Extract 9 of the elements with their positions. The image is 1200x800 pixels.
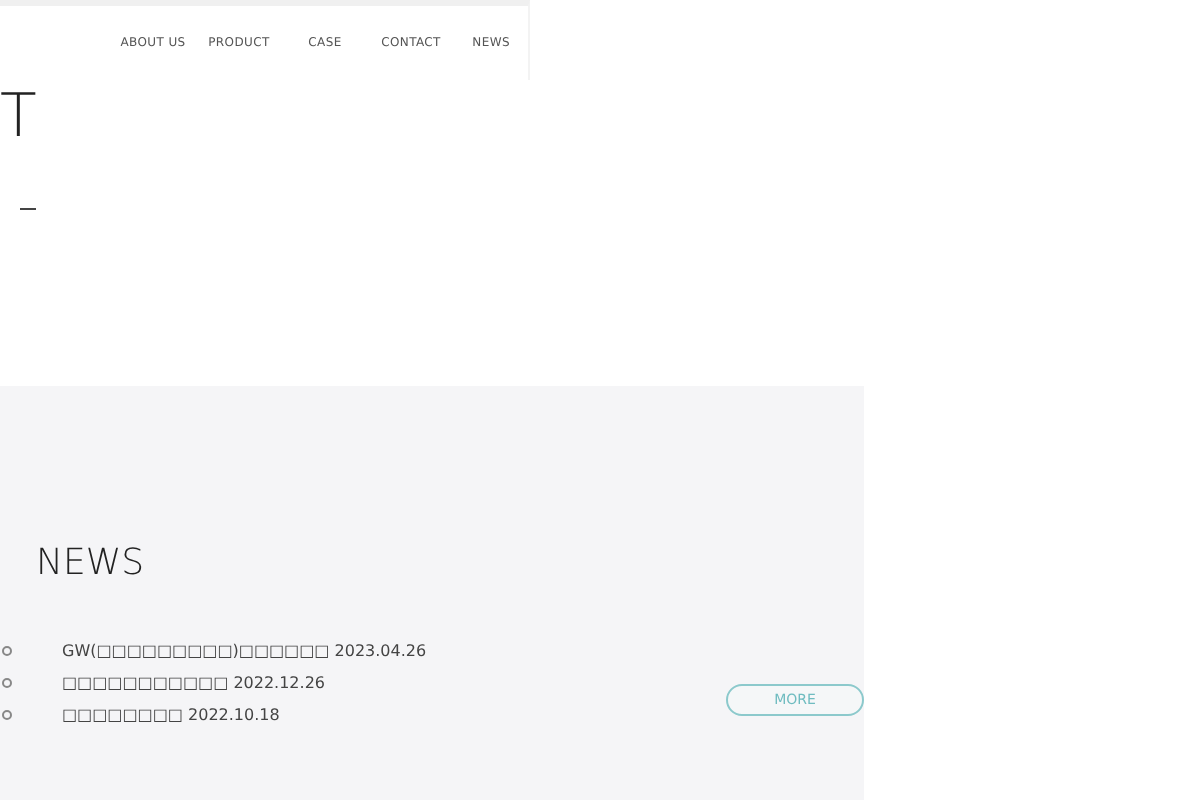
article-link[interactable]: □□□□□□□□□□□ 2022.12.26 [62,673,325,691]
article-link[interactable]: GW(□□□□□□□□□)□□□□□□ 2023.04.26 [62,641,427,659]
article-link[interactable]: □□□□□□□□ 2022.10.18 [62,705,280,723]
bullet-icon [2,645,12,655]
hero-title: T [0,80,39,148]
bullet-icon [2,677,12,687]
dash-mark [20,208,36,210]
section-heading: NEWS [36,542,147,586]
bullet-icon [2,709,12,719]
